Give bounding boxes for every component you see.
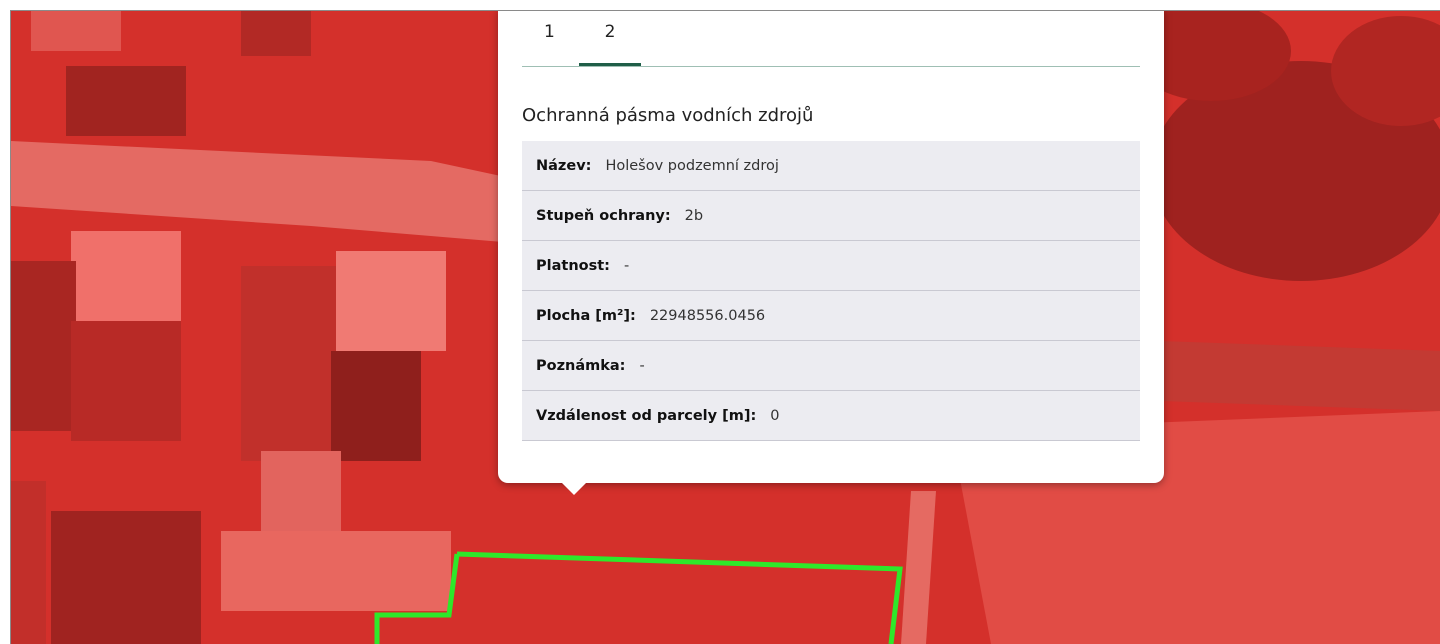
feature-info-popup: 1 2 Ochranná pásma vodních zdrojů Název:… <box>498 11 1164 495</box>
attribute-value: 0 <box>770 407 780 424</box>
attribute-value: 2b <box>684 207 704 224</box>
attribute-value: 22948556.0456 <box>649 307 766 324</box>
map-frame: 1 2 Ochranná pásma vodních zdrojů Název:… <box>10 10 1440 644</box>
tab-1[interactable]: 1 <box>522 19 572 65</box>
attribute-label: Vzdálenost od parcely [m]: <box>536 407 757 424</box>
attribute-label: Název: <box>536 157 592 174</box>
popup-tabs: 1 2 <box>522 11 1140 67</box>
popup-title: Ochranná pásma vodních zdrojů <box>522 105 814 126</box>
attribute-label: Stupeň ochrany: <box>536 207 671 224</box>
attribute-value: - <box>639 357 645 374</box>
attribute-row: Poznámka: - <box>522 341 1140 391</box>
attribute-row: Vzdálenost od parcely [m]: 0 <box>522 391 1140 441</box>
attribute-row: Plocha [m²]: 22948556.0456 <box>522 291 1140 341</box>
attribute-row: Platnost: - <box>522 241 1140 291</box>
attribute-label: Platnost: <box>536 257 610 274</box>
attribute-row: Stupeň ochrany: 2b <box>522 191 1140 241</box>
map-canvas[interactable]: 1 2 Ochranná pásma vodních zdrojů Název:… <box>11 11 1440 644</box>
popup-pointer <box>561 482 587 495</box>
attribute-row: Název: Holešov podzemní zdroj <box>522 141 1140 191</box>
tab-2[interactable]: 2 <box>579 19 641 66</box>
attribute-value: Holešov podzemní zdroj <box>605 157 779 174</box>
attribute-table: Název: Holešov podzemní zdroj Stupeň och… <box>522 141 1140 441</box>
attribute-label: Poznámka: <box>536 357 626 374</box>
attribute-value: - <box>623 257 630 274</box>
attribute-label: Plocha [m²]: <box>536 307 636 324</box>
